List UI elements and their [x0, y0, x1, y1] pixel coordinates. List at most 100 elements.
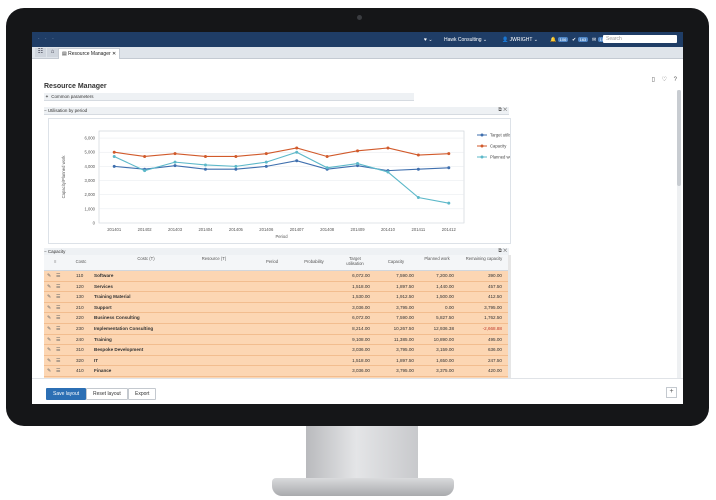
row-details-icon[interactable]: ☰ [56, 358, 60, 364]
tasks-count: 163 [577, 37, 589, 42]
chart-canvas: 0 1,000 2,000 3,000 4,000 5,000 6,000 201401 201… [61, 130, 510, 239]
tab-label: Resource Manager [68, 51, 111, 57]
legend-label: Target utilisation [490, 133, 510, 138]
data-point [325, 154, 329, 158]
table-row[interactable]: ✎ ☰ 120 Services 1,518.00 1,897.50 1,440.00 457… [44, 281, 509, 293]
col-target-utilisation[interactable]: Target utilisation [340, 256, 370, 266]
x-axis-label: Period [275, 234, 288, 239]
row-details-icon[interactable]: ☰ [56, 326, 60, 332]
popout-icon[interactable]: ⧉ [498, 248, 502, 254]
data-point [112, 154, 116, 158]
row-details-icon[interactable]: ☰ [56, 273, 60, 279]
cell-costc-name: Software [94, 273, 114, 278]
data-point [386, 146, 390, 150]
y-tick-label: 0 [93, 221, 96, 226]
data-point [112, 164, 116, 168]
table-row[interactable]: ✎ ☰ 110 Software 6,072.00 7,590.00 7,200.00 390… [44, 271, 509, 282]
plot-area [98, 130, 465, 224]
edit-row-icon[interactable]: ✎ [47, 368, 51, 374]
series-line [113, 151, 449, 204]
table-row[interactable]: ✎ ☰ 210 Support 3,036.00 3,795.00 0.00 3,795.00 [44, 302, 509, 314]
edit-row-icon[interactable]: ✎ [47, 284, 51, 290]
table-row[interactable]: ✎ ☰ 410 Finance 3,036.00 3,795.00 3,375.00 420.… [44, 366, 509, 377]
notifications-button[interactable]: 🔔 106 [550, 37, 569, 43]
table-row[interactable]: ✎ ☰ 320 IT 1,518.00 1,897.50 1,650.00 247.50 [44, 355, 509, 367]
row-details-icon[interactable]: ☰ [56, 337, 60, 343]
data-point [295, 146, 299, 150]
close-section-icon[interactable]: ✕ [503, 107, 507, 113]
table-row[interactable]: ✎ ☰ 310 Bespoke Development 3,036.00 3,795.00… [44, 345, 509, 356]
reset-layout-button[interactable]: Reset layout [86, 388, 128, 400]
close-section-icon[interactable]: ✕ [503, 248, 507, 254]
menu-grid-icon[interactable]: ☷ [35, 48, 46, 57]
search-input[interactable]: Search [603, 35, 677, 43]
tab-resource-manager[interactable]: ▤ Resource Manager ✕ [58, 48, 121, 59]
table-row[interactable]: ✎ ☰ 220 Business Consulting 6,072.00 7,590.00… [44, 313, 509, 324]
data-point [203, 167, 207, 171]
tasks-button[interactable]: ✔ 163 [572, 37, 589, 43]
edit-row-icon[interactable]: ✎ [47, 347, 51, 353]
cell-costc-name: Bespoke Development [94, 347, 144, 353]
sort-indicator[interactable]: ≡ [54, 259, 56, 264]
row-details-icon[interactable]: ☰ [56, 284, 60, 290]
col-capacity[interactable]: Capacity [376, 259, 416, 264]
col-period[interactable]: Period [252, 259, 292, 264]
data-point [264, 160, 268, 164]
cell-remaining-capacity: 247.50 [487, 357, 502, 363]
save-layout-button[interactable]: Save layout [46, 388, 87, 400]
row-details-icon[interactable]: ☰ [56, 315, 60, 321]
data-point [234, 167, 238, 171]
add-widget-button[interactable]: + [666, 387, 677, 398]
favourites-menu[interactable]: ♥ ⌄ [424, 37, 433, 43]
common-parameters-header[interactable]: + Common parameters [44, 93, 414, 101]
grid-scrollbar[interactable] [508, 255, 511, 380]
row-details-icon[interactable]: ☰ [56, 305, 60, 311]
edit-row-icon[interactable]: ✎ [47, 358, 51, 364]
collapse-icon[interactable]: − [44, 108, 47, 113]
utilisation-section-header[interactable]: − Utilisation by period ⧉ ✕ [44, 107, 509, 115]
company-selector[interactable]: Hawk Consulting ⌄ [444, 37, 487, 43]
popout-icon[interactable]: ⧉ [498, 107, 502, 113]
favourite-heart-icon[interactable]: ♡ [662, 76, 667, 83]
table-row[interactable]: ✎ ☰ 130 Training Material 1,530.00 1,912.50 1,… [44, 292, 509, 303]
cell-costc-name: Training [94, 336, 112, 342]
edit-row-icon[interactable]: ✎ [47, 315, 51, 321]
close-tab-icon[interactable]: ✕ [112, 51, 116, 57]
collapse-icon[interactable]: − [44, 249, 47, 254]
edit-row-icon[interactable]: ✎ [47, 273, 51, 279]
cell-remaining-capacity: 457.50 [487, 283, 502, 289]
data-point [264, 152, 268, 156]
expand-icon[interactable]: + [44, 93, 50, 100]
home-icon[interactable]: ⌂ [47, 48, 58, 57]
x-tick-label: 201410 [381, 227, 396, 232]
cell-planned-work: 10,890.00 [433, 336, 454, 342]
user-menu[interactable]: 👤 JWRIGHT ⌄ [502, 37, 538, 43]
table-row[interactable]: ✎ ☰ 230 Implementation Consulting 8,214.00 10… [44, 323, 509, 335]
col-planned-work[interactable]: Planned work [422, 256, 452, 261]
page-scrollbar-thumb[interactable] [677, 90, 681, 186]
edit-row-icon[interactable]: ✎ [47, 305, 51, 311]
edit-row-icon[interactable]: ✎ [47, 326, 51, 332]
col-costc-t[interactable]: Costc (T) [116, 256, 176, 261]
col-resource-t[interactable]: Resource (T) [184, 256, 244, 261]
row-details-icon[interactable]: ☰ [56, 347, 60, 353]
col-remaining-capacity[interactable]: Remaining capacity [464, 256, 504, 261]
row-details-icon[interactable]: ☰ [56, 368, 60, 374]
capacity-grid: ≡ Costc Costc (T) Resource (T) Period Pr… [44, 255, 511, 399]
edit-row-icon[interactable]: ✎ [47, 337, 51, 343]
legend-swatch-marker [480, 133, 484, 137]
export-button[interactable]: Export [128, 388, 157, 400]
section-label: Capacity [47, 249, 66, 254]
table-row[interactable]: ✎ ☰ 240 Training 9,108.00 11,385.00 10,890.00 4… [44, 334, 509, 346]
x-tick-label: 201401 [107, 227, 122, 232]
col-probability[interactable]: Probability [294, 259, 334, 264]
cell-target-utilisation: 1,518.00 [352, 283, 370, 289]
page-scrollbar[interactable] [677, 90, 681, 390]
col-costc[interactable]: Costc [72, 259, 90, 264]
edit-row-icon[interactable]: ✎ [47, 294, 51, 300]
panel-icon[interactable]: ▯ [652, 76, 655, 83]
row-details-icon[interactable]: ☰ [56, 294, 60, 300]
help-icon[interactable]: ? [674, 77, 677, 83]
cell-planned-work: 3,375.00 [436, 368, 454, 374]
app-logo: · · · [38, 36, 56, 42]
